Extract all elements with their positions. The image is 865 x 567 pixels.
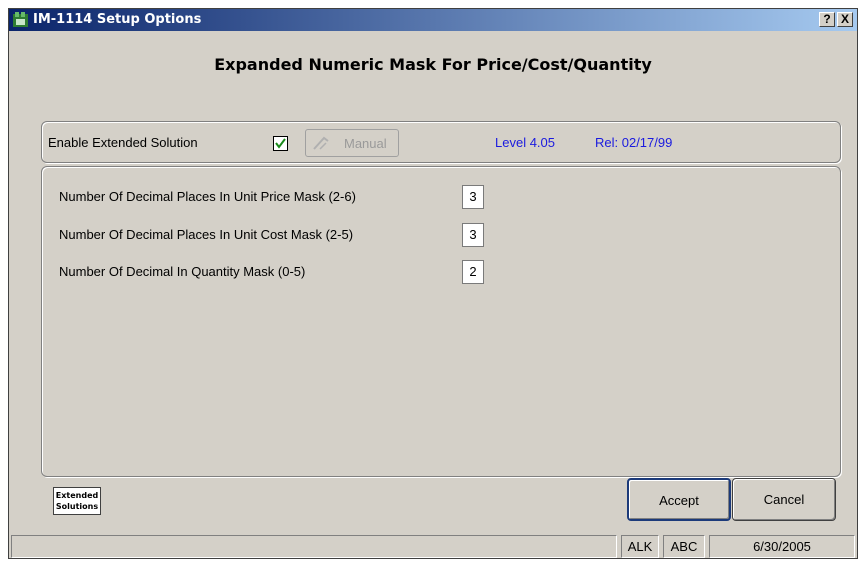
fields-groupbox <box>41 166 841 477</box>
checkmark-icon <box>275 138 286 149</box>
status-bar: ALK ABC 6/30/2005 <box>9 532 857 558</box>
logo-line1: Extended <box>55 491 99 500</box>
accept-button[interactable]: Accept <box>627 478 731 521</box>
cost-mask-label: Number Of Decimal Places In Unit Cost Ma… <box>59 227 354 242</box>
title-bar[interactable]: IM-1114 Setup Options ? X <box>9 9 857 31</box>
price-mask-label: Number Of Decimal Places In Unit Price M… <box>59 189 356 204</box>
status-date: 6/30/2005 <box>709 535 855 558</box>
extended-solutions-logo: Extended Solutions <box>53 487 101 515</box>
help-button[interactable]: ? <box>819 12 835 27</box>
enable-extended-checkbox[interactable] <box>273 136 288 151</box>
level-text: Level 4.05 <box>495 135 555 150</box>
close-button[interactable]: X <box>837 12 853 27</box>
price-mask-input[interactable]: 3 <box>462 185 484 209</box>
logo-line2: Solutions <box>55 502 99 511</box>
app-icon <box>13 12 28 27</box>
manual-button[interactable]: Manual <box>305 129 399 157</box>
manual-icon <box>313 136 329 150</box>
release-text: Rel: 02/17/99 <box>595 135 673 150</box>
quantity-mask-input[interactable]: 2 <box>462 260 484 284</box>
quantity-mask-label: Number Of Decimal In Quantity Mask (0-5) <box>59 264 306 279</box>
setup-options-window: IM-1114 Setup Options ? X Expanded Numer… <box>8 8 858 559</box>
window-title: IM-1114 Setup Options <box>33 12 202 27</box>
manual-label: Manual <box>344 136 387 151</box>
status-message <box>11 535 617 558</box>
cancel-button[interactable]: Cancel <box>732 478 836 521</box>
status-user: ALK <box>621 535 659 558</box>
page-title: Expanded Numeric Mask For Price/Cost/Qua… <box>214 55 652 74</box>
status-company: ABC <box>663 535 705 558</box>
enable-extended-label: Enable Extended Solution <box>48 135 198 150</box>
cost-mask-input[interactable]: 3 <box>462 223 484 247</box>
